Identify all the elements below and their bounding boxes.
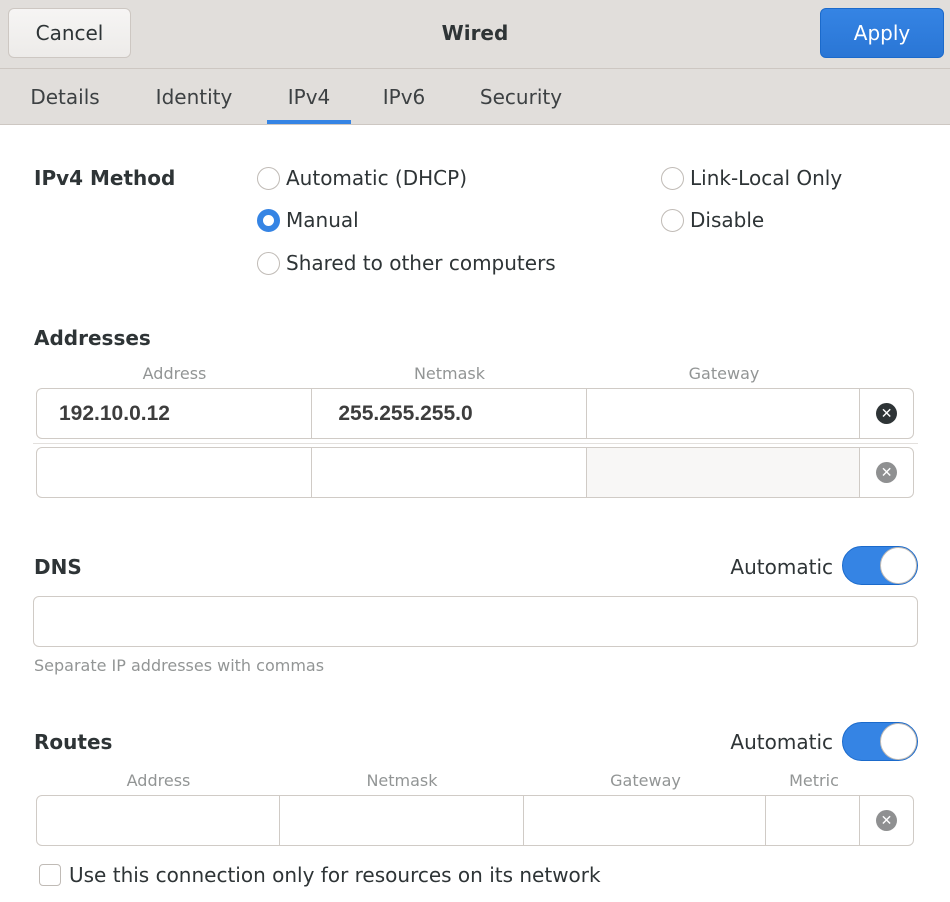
switch-knob [880, 547, 917, 584]
checkbox-label: Use this connection only for resources o… [69, 863, 601, 887]
radio-manual[interactable]: Manual [257, 208, 359, 232]
ipv4-method-label: IPv4 Method [34, 166, 176, 190]
route-row: ✕ [36, 795, 914, 846]
radio-button-icon [661, 166, 684, 190]
delete-icon: ✕ [876, 403, 898, 424]
address-row: 192.10.0.12 255.255.255.0 ✕ [36, 388, 914, 439]
dialog-title: Wired [441, 21, 509, 45]
radio-shared[interactable]: Shared to other computers [257, 251, 556, 275]
gateway-column-header: Gateway [688, 364, 760, 383]
tab-security[interactable]: Security [466, 69, 576, 125]
cancel-button[interactable]: Cancel [8, 8, 131, 58]
radio-link-local[interactable]: Link-Local Only [661, 166, 842, 190]
route-metric-column-header: Metric [789, 771, 839, 790]
radio-label: Link-Local Only [690, 166, 843, 190]
route-metric-input[interactable] [766, 796, 861, 845]
radio-label: Shared to other computers [286, 251, 556, 275]
header-bar: Wired Cancel Apply [0, 0, 950, 69]
delete-route-button[interactable]: ✕ [860, 796, 913, 845]
delete-address-button[interactable]: ✕ [860, 448, 913, 497]
netmask-input[interactable] [312, 448, 587, 497]
address-input[interactable] [37, 448, 313, 497]
route-address-input[interactable] [37, 796, 281, 845]
routes-automatic-label: Automatic [730, 730, 833, 754]
routes-label: Routes [34, 730, 113, 754]
dns-automatic-switch[interactable] [842, 546, 918, 585]
delete-icon: ✕ [876, 462, 898, 483]
dns-label: DNS [34, 555, 82, 579]
row-separator [33, 443, 918, 444]
tab-identity[interactable]: Identity [142, 69, 246, 125]
dns-input[interactable] [33, 596, 918, 647]
switch-knob [880, 723, 917, 760]
dns-hint: Separate IP addresses with commas [34, 656, 325, 675]
radio-button-checked-icon [257, 208, 280, 232]
tab-bar: Details Identity IPv4 IPv6 Security [0, 69, 950, 125]
radio-button-icon [661, 208, 684, 232]
radio-disable[interactable]: Disable [661, 208, 764, 232]
radio-button-icon [257, 166, 280, 190]
route-netmask-column-header: Netmask [366, 771, 438, 790]
netmask-column-header: Netmask [413, 364, 486, 383]
route-gateway-column-header: Gateway [610, 771, 681, 790]
gateway-input[interactable] [587, 389, 861, 438]
route-gateway-input[interactable] [524, 796, 767, 845]
netmask-input[interactable]: 255.255.255.0 [312, 389, 587, 438]
address-column-header: Address [142, 364, 207, 383]
radio-automatic-dhcp[interactable]: Automatic (DHCP) [257, 166, 467, 190]
radio-button-icon [257, 251, 280, 275]
radio-label: Manual [286, 208, 359, 232]
address-input[interactable]: 192.10.0.12 [37, 389, 313, 438]
dns-automatic-label: Automatic [730, 555, 833, 579]
routes-automatic-switch[interactable] [842, 722, 918, 761]
radio-label: Automatic (DHCP) [286, 166, 467, 190]
checkbox-icon [39, 864, 61, 886]
only-local-resources-checkbox[interactable]: Use this connection only for resources o… [39, 863, 601, 887]
delete-icon: ✕ [876, 810, 898, 831]
route-netmask-input[interactable] [280, 796, 524, 845]
radio-label: Disable [690, 208, 765, 232]
tab-details[interactable]: Details [14, 69, 116, 125]
gateway-input[interactable] [586, 448, 861, 497]
apply-button[interactable]: Apply [820, 8, 944, 58]
address-row: ✕ [36, 447, 914, 498]
route-address-column-header: Address [126, 771, 191, 790]
addresses-label: Addresses [34, 326, 151, 350]
tab-ipv6[interactable]: IPv6 [370, 69, 438, 125]
delete-address-button[interactable]: ✕ [860, 389, 913, 438]
tab-ipv4[interactable]: IPv4 [267, 69, 351, 125]
